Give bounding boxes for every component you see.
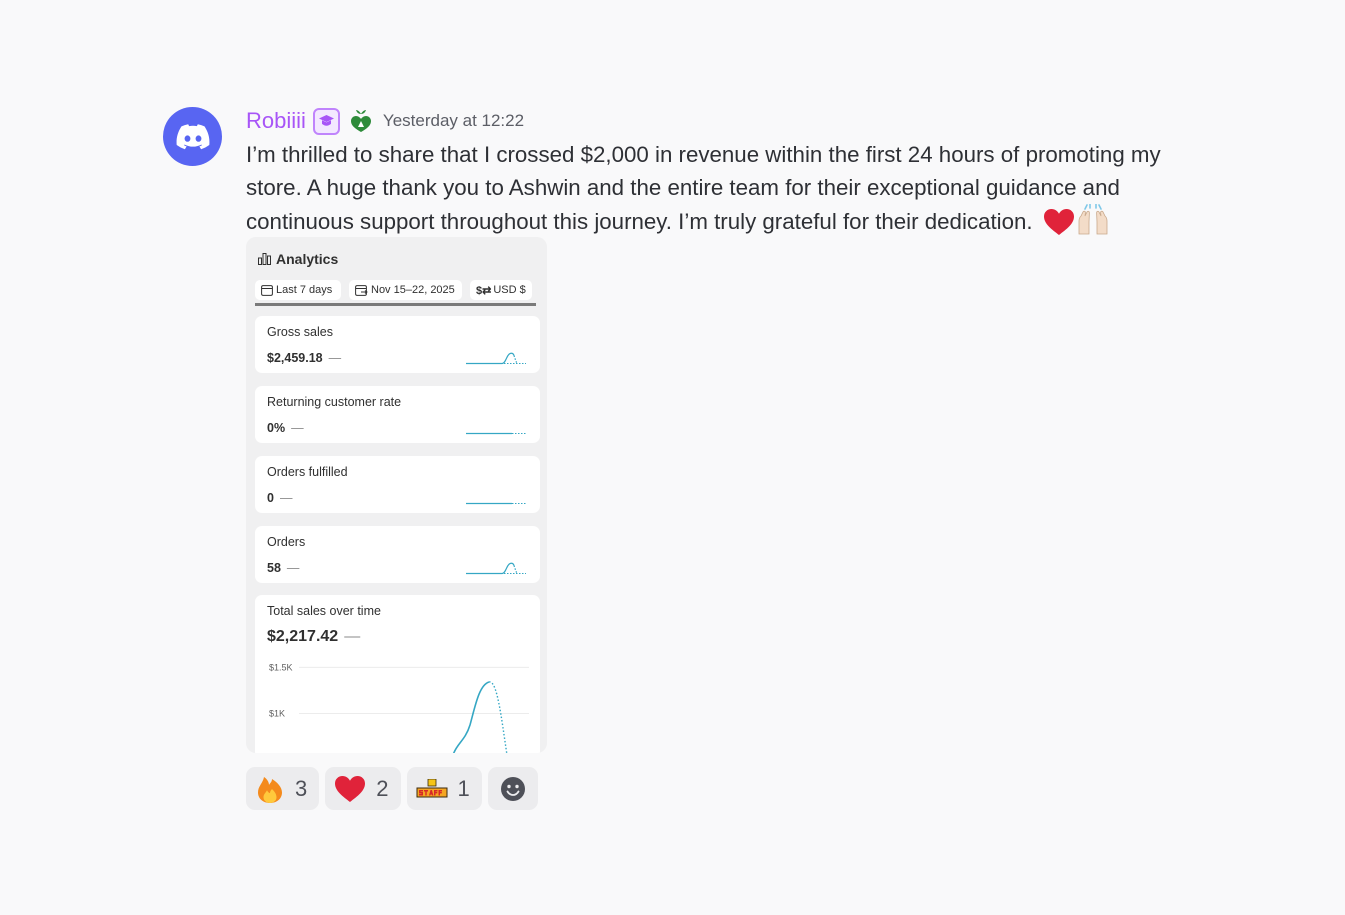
- currency-chip[interactable]: $⇄ USD $: [470, 280, 532, 300]
- metric-card-returning-rate[interactable]: Returning customer rate 0% —: [255, 386, 540, 443]
- reaction-count: 1: [457, 775, 470, 801]
- sales-line: [452, 681, 490, 753]
- compare-range-label: Nov 15–22, 2025: [371, 284, 455, 296]
- currency-label: USD $: [493, 284, 526, 296]
- metric-label: Orders: [267, 535, 306, 549]
- sparkline: [466, 562, 526, 575]
- currency-icon: $⇄: [476, 284, 492, 297]
- message-content: I’m thrilled to share that I crossed $2,…: [246, 139, 1206, 246]
- metric-value: 0% —: [267, 421, 304, 435]
- sparkline: [466, 432, 526, 435]
- reaction-count: 3: [295, 775, 308, 801]
- metric-card-gross-sales[interactable]: Gross sales $2,459.18—: [255, 316, 540, 373]
- reaction-fire[interactable]: 3: [246, 767, 320, 810]
- total-sales-value: $2,217.42—: [267, 628, 361, 645]
- username[interactable]: Robiiii: [246, 108, 306, 134]
- add-reaction-button[interactable]: [487, 767, 538, 810]
- total-sales-chart: $1.5K $1K: [269, 662, 529, 753]
- message-text: I’m thrilled to share that I crossed $2,…: [246, 142, 1161, 234]
- chart-title: Total sales over time: [267, 604, 381, 618]
- filter-bar: Last 7 days Nov 15–22, 2025 $⇄ USD $: [255, 279, 536, 306]
- message-header: Robiiii Yesterday at 12:22: [246, 104, 524, 138]
- raised-hands-icon: [1076, 203, 1110, 246]
- metric-label: Orders fulfilled: [267, 465, 348, 479]
- metric-card-orders[interactable]: Orders 58—: [255, 526, 540, 583]
- analytics-embed-image[interactable]: Analytics Last 7 days Nov 15–22, 2025 $⇄…: [246, 237, 547, 753]
- metric-label: Returning customer rate: [267, 395, 402, 409]
- metric-value: $2,459.18—: [267, 351, 342, 365]
- smiley-icon: [500, 776, 525, 801]
- sparkline: [466, 502, 526, 505]
- discord-icon: [176, 123, 209, 149]
- metric-card-orders-fulfilled[interactable]: Orders fulfilled 0—: [255, 456, 540, 513]
- fire-icon: [258, 776, 282, 803]
- graduation-cap-icon[interactable]: [312, 107, 340, 135]
- metric-label: Gross sales: [267, 325, 333, 339]
- green-heart-leaf-icon[interactable]: [348, 108, 374, 134]
- message-timestamp[interactable]: Yesterday at 12:22: [383, 111, 524, 131]
- y-tick-label: $1.5K: [269, 662, 293, 672]
- y-tick-label: $1K: [269, 708, 285, 718]
- user-avatar[interactable]: [163, 107, 222, 166]
- reactions: 3 2 1: [246, 767, 538, 810]
- sparkline: [466, 352, 526, 365]
- metric-value: 58—: [267, 561, 300, 575]
- compare-range-chip[interactable]: Nov 15–22, 2025: [349, 280, 462, 300]
- analytics-title: Analytics: [258, 251, 338, 267]
- date-range-label: Last 7 days: [276, 284, 333, 296]
- sales-line-projected: [488, 681, 508, 753]
- staff-badge-icon: [416, 778, 447, 797]
- total-sales-card[interactable]: Total sales over time $2,217.42— $1.5K $1…: [255, 595, 540, 753]
- calendar-icon: [261, 285, 273, 296]
- red-heart-icon: [335, 775, 366, 802]
- date-range-chip[interactable]: Last 7 days: [255, 280, 341, 300]
- metric-value: 0—: [267, 491, 293, 505]
- red-heart-icon: [1043, 208, 1075, 246]
- analytics-title-text: Analytics: [276, 251, 339, 267]
- reaction-heart[interactable]: 2: [325, 767, 401, 810]
- reaction-staff[interactable]: 1: [406, 767, 482, 810]
- calendar-compare-icon: [355, 285, 368, 296]
- bar-chart-icon: [258, 253, 271, 265]
- reaction-count: 2: [376, 775, 389, 801]
